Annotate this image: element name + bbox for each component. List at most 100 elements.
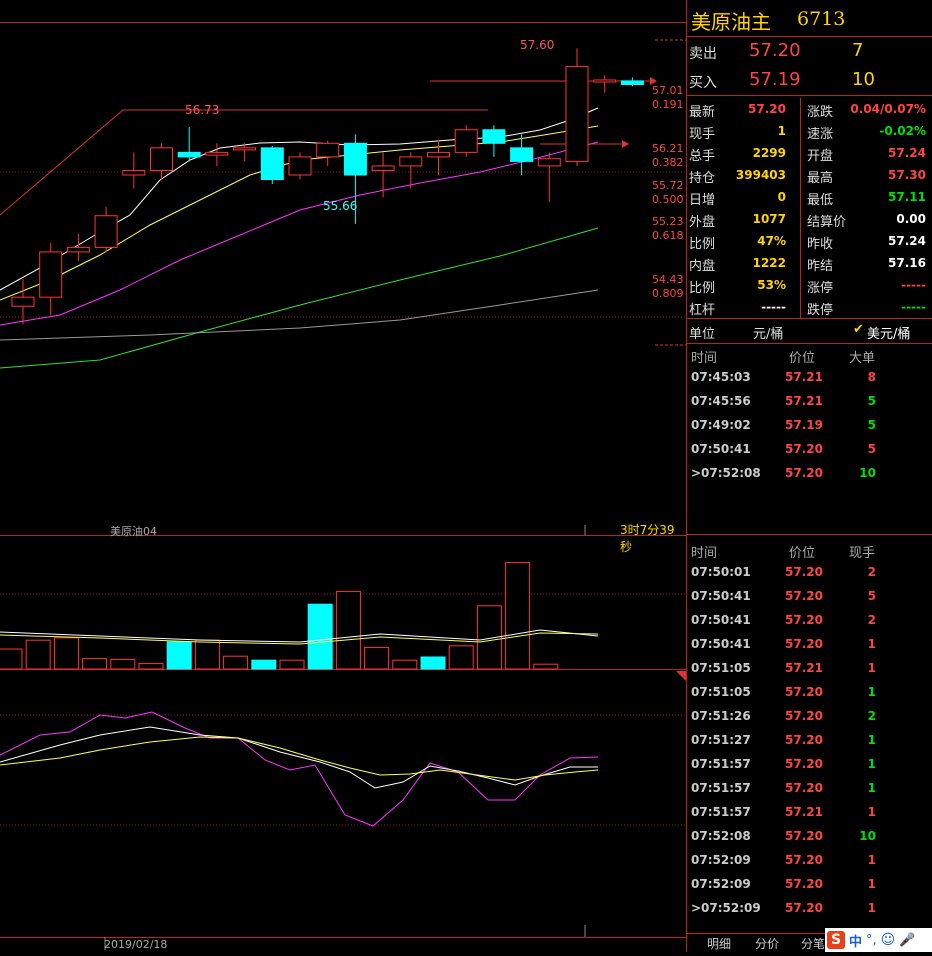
fib-price: 56.21 bbox=[652, 142, 684, 155]
row-qty: 5 bbox=[867, 418, 876, 432]
row-price: 57.20 bbox=[785, 781, 823, 795]
volume-bar bbox=[307, 603, 333, 670]
stat-row: 总手 2299 开盘 57.24 bbox=[687, 142, 932, 164]
row-price: 57.21 bbox=[785, 805, 823, 819]
chart-area[interactable]: 57.60 56.73 55.66 57.01 0.191 56.21 0.38… bbox=[0, 0, 686, 952]
volume-bar bbox=[82, 658, 108, 670]
ask-row[interactable]: 卖出 57.20 7 bbox=[687, 37, 932, 66]
stat-row: 杠杆 ----- 跌停 ----- bbox=[687, 296, 932, 318]
row-price: 57.20 bbox=[785, 565, 823, 579]
row-time: 07:51:57 bbox=[691, 805, 751, 819]
stat-label: 持仓 bbox=[689, 171, 716, 186]
fib-price: 54.43 bbox=[652, 273, 684, 286]
table-row[interactable]: 07:50:41 57.20 5 bbox=[687, 438, 932, 462]
row-price: 57.20 bbox=[785, 757, 823, 771]
col-big: 大单 bbox=[849, 351, 876, 366]
table-row[interactable]: 07:51:57 57.20 1 bbox=[687, 777, 932, 801]
divider bbox=[800, 230, 801, 252]
row-qty: 1 bbox=[867, 805, 876, 819]
stat-value: 0 bbox=[777, 190, 786, 204]
big-orders-rows[interactable]: 07:45:03 57.21 8 07:45:56 57.21 5 07:49:02 57.1… bbox=[687, 366, 932, 486]
fib-ratio: 0.618 bbox=[652, 229, 684, 242]
row-qty: 1 bbox=[867, 877, 876, 891]
stat-value: 57.30 bbox=[888, 168, 926, 182]
stat-value: ----- bbox=[761, 300, 786, 314]
table-row[interactable]: 07:51:05 57.20 1 bbox=[687, 681, 932, 705]
row-time: 07:45:03 bbox=[691, 370, 751, 384]
table-row[interactable]: 07:45:56 57.21 5 bbox=[687, 390, 932, 414]
ask-price: 57.20 bbox=[749, 40, 801, 61]
stat-value: 57.24 bbox=[888, 234, 926, 248]
tab-detail[interactable]: 明细 bbox=[707, 935, 731, 952]
row-price: 57.20 bbox=[785, 829, 823, 843]
divider bbox=[800, 98, 801, 120]
table-row[interactable]: 07:50:41 57.20 1 bbox=[687, 633, 932, 657]
candle-body bbox=[94, 215, 118, 248]
stat-row: 日增 0 最低 57.11 bbox=[687, 186, 932, 208]
peak-label: 56.73 bbox=[185, 103, 220, 117]
volume-bar bbox=[110, 658, 136, 670]
table-row[interactable]: 07:51:57 57.21 1 bbox=[687, 801, 932, 825]
table-row[interactable]: 07:51:26 57.20 2 bbox=[687, 705, 932, 729]
stat-label: 内盘 bbox=[689, 259, 716, 274]
volume-bar bbox=[53, 637, 79, 670]
volume-bar bbox=[448, 645, 474, 670]
volume-bar bbox=[138, 662, 164, 670]
bid-label: 买入 bbox=[689, 75, 717, 91]
unit-label: 单位 bbox=[689, 327, 716, 342]
high-label: 57.60 bbox=[520, 38, 555, 52]
table-row[interactable]: 07:51:57 57.20 1 bbox=[687, 753, 932, 777]
table-row[interactable]: >07:52:08 57.20 10 bbox=[687, 462, 932, 486]
row-qty: 1 bbox=[867, 661, 876, 675]
contract-label: 美原油04 bbox=[110, 525, 157, 538]
table-row[interactable]: 07:49:02 57.19 5 bbox=[687, 414, 932, 438]
tab-price-dist[interactable]: 分价 bbox=[755, 935, 779, 952]
row-qty: 1 bbox=[867, 757, 876, 771]
fib-ratio: 0.382 bbox=[652, 156, 684, 169]
row-time: 07:50:41 bbox=[691, 637, 751, 651]
row-time: 07:50:01 bbox=[691, 565, 751, 579]
row-qty: 10 bbox=[859, 466, 876, 480]
stat-label: 结算价 bbox=[807, 215, 847, 230]
fib-price: 55.72 bbox=[652, 179, 684, 192]
table-row[interactable]: 07:45:03 57.21 8 bbox=[687, 366, 932, 390]
table-row[interactable]: 07:51:05 57.21 1 bbox=[687, 657, 932, 681]
table-row[interactable]: 07:50:41 57.20 5 bbox=[687, 585, 932, 609]
stat-label: 日增 bbox=[689, 193, 716, 208]
stat-value: 0.04/0.07% bbox=[850, 102, 926, 116]
ime-toolbar[interactable]: S 中 °, ☺ 🎤 bbox=[825, 928, 932, 952]
table-row[interactable]: 07:50:41 57.20 2 bbox=[687, 609, 932, 633]
row-time: 07:52:09 bbox=[691, 853, 751, 867]
tab-ticks[interactable]: 分笔 bbox=[801, 935, 825, 952]
unit-option-usd[interactable]: 美元/桶 bbox=[867, 323, 910, 342]
row-qty: 2 bbox=[867, 565, 876, 579]
ticks-header: 时间 价位 现手 bbox=[687, 539, 932, 561]
kline-chart[interactable] bbox=[0, 0, 686, 952]
row-price: 57.20 bbox=[785, 637, 823, 651]
table-row[interactable]: 07:52:09 57.20 1 bbox=[687, 873, 932, 897]
stat-value: 0.00 bbox=[896, 212, 926, 226]
date-label: 2019/02/18 bbox=[104, 938, 168, 951]
table-row[interactable]: 07:51:27 57.20 1 bbox=[687, 729, 932, 753]
divider bbox=[800, 186, 801, 208]
candle-body bbox=[454, 129, 478, 153]
table-row[interactable]: >07:52:09 57.20 1 bbox=[687, 897, 932, 921]
stat-value: 1222 bbox=[752, 256, 786, 270]
table-row[interactable]: 07:52:08 57.20 10 bbox=[687, 825, 932, 849]
row-time: 07:51:57 bbox=[691, 757, 751, 771]
candle-body bbox=[371, 165, 395, 171]
volume-bar bbox=[335, 590, 361, 670]
volume-bar bbox=[251, 659, 277, 670]
unit-option-yuan[interactable]: 元/桶 bbox=[753, 323, 783, 342]
row-time: >07:52:08 bbox=[691, 466, 761, 480]
countdown-label: 3时7分39秒 bbox=[620, 523, 675, 554]
table-row[interactable]: 07:52:09 57.20 1 bbox=[687, 849, 932, 873]
volume-bar bbox=[0, 648, 23, 670]
tab-bar: 明细 分价 分笔 S 中 °, ☺ 🎤 bbox=[687, 928, 932, 952]
table-row[interactable]: 07:50:01 57.20 2 bbox=[687, 561, 932, 585]
row-time: 07:52:08 bbox=[691, 829, 751, 843]
ticks-rows[interactable]: 07:50:01 57.20 2 07:50:41 57.20 5 07:50:41 57.2… bbox=[687, 561, 932, 921]
candle-body bbox=[482, 129, 506, 144]
bid-row[interactable]: 买入 57.19 10 bbox=[687, 66, 932, 95]
fib-price: 57.01 bbox=[652, 84, 684, 97]
